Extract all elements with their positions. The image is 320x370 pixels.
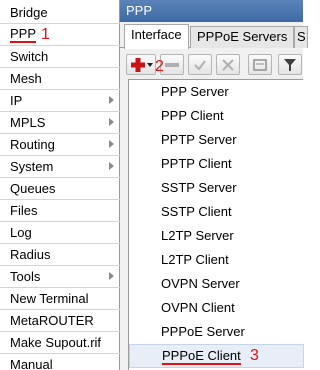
sidebar-item-log[interactable]: Log — [0, 222, 120, 244]
add-icon — [131, 58, 145, 72]
tab-pppoe-servers[interactable]: PPPoE Servers — [190, 26, 295, 48]
sidebar-item-label: Log — [10, 225, 32, 240]
enable-button[interactable] — [188, 54, 212, 75]
sidebar-item-label: Tools — [10, 269, 41, 284]
step-3-annotation: 3 — [250, 347, 259, 364]
sidebar-item-label: Switch — [10, 49, 49, 64]
sidebar-item-label: Files — [10, 203, 38, 218]
sidebar-item-system[interactable]: System — [0, 156, 120, 178]
sidebar-item-make-supout-rif[interactable]: Make Supout.rif — [0, 332, 120, 354]
sidebar-item-label: System — [10, 159, 54, 174]
chevron-right-icon — [109, 140, 114, 148]
tab-bar: Interface PPPoE Servers S — [120, 24, 308, 49]
tab-more[interactable]: S — [294, 26, 308, 48]
window-title: PPP — [126, 3, 153, 18]
menu-item-label: OVPN Server — [161, 276, 240, 291]
enable-check-icon — [194, 60, 206, 71]
menu-item-l2tp-client[interactable]: L2TP Client — [129, 248, 304, 272]
main-menu-sidebar: Bridge PPP Switch Mesh IP MPLS Routing System Qu… — [0, 0, 120, 370]
disable-button[interactable] — [216, 54, 240, 75]
menu-item-ppp-server[interactable]: PPP Server — [129, 80, 304, 104]
chevron-right-icon — [109, 118, 114, 126]
disable-x-icon — [222, 59, 234, 71]
menu-item-label: PPP Server — [161, 84, 229, 99]
sidebar-item-tools[interactable]: Tools — [0, 266, 120, 288]
menu-item-label: L2TP Server — [161, 228, 234, 243]
menu-item-pppoe-server[interactable]: PPPoE Server — [129, 320, 304, 344]
menu-item-pptp-server[interactable]: PPTP Server — [129, 128, 304, 152]
sidebar-item-manual[interactable]: Manual — [0, 354, 120, 370]
remove-icon — [165, 63, 179, 67]
toolbar — [120, 50, 303, 78]
menu-item-label: L2TP Client — [161, 252, 229, 267]
sidebar-item-label: IP — [10, 93, 23, 108]
sidebar-item-bridge[interactable]: Bridge — [0, 2, 120, 24]
sidebar-item-label: Bridge — [10, 5, 48, 20]
chevron-right-icon — [109, 162, 114, 170]
sidebar-item-ip[interactable]: IP — [0, 90, 120, 112]
add-button[interactable] — [126, 54, 156, 75]
sidebar-item-label: Make Supout.rif — [10, 335, 102, 350]
menu-item-pptp-client[interactable]: PPTP Client — [129, 152, 304, 176]
sidebar-item-routing[interactable]: Routing — [0, 134, 120, 156]
comment-button[interactable] — [248, 54, 272, 75]
sidebar-item-metarouter[interactable]: MetaROUTER — [0, 310, 120, 332]
menu-item-label: SSTP Server — [161, 180, 237, 195]
chevron-down-icon — [147, 63, 153, 67]
menu-item-label: PPP Client — [161, 108, 224, 123]
sidebar-item-label: Radius — [10, 247, 51, 262]
sidebar-item-label: Queues — [10, 181, 56, 196]
sidebar-item-mesh[interactable]: Mesh — [0, 68, 120, 90]
menu-item-ovpn-server[interactable]: OVPN Server — [129, 272, 304, 296]
filter-button[interactable] — [278, 54, 302, 75]
window-titlebar[interactable]: PPP — [120, 0, 303, 22]
chevron-right-icon — [109, 96, 114, 104]
sidebar-item-files[interactable]: Files — [0, 200, 120, 222]
tab-interface[interactable]: Interface — [124, 24, 189, 49]
menu-item-label: PPTP Server — [161, 132, 237, 147]
filter-icon — [284, 59, 296, 71]
sidebar-item-label: Mesh — [10, 71, 42, 86]
menu-item-pppoe-client[interactable]: PPPoE Client — [129, 344, 304, 368]
sidebar-item-switch[interactable]: Switch — [0, 46, 120, 68]
menu-item-sstp-client[interactable]: SSTP Client — [129, 200, 304, 224]
sidebar-item-queues[interactable]: Queues — [0, 178, 120, 200]
sidebar-item-mpls[interactable]: MPLS — [0, 112, 120, 134]
menu-item-ovpn-client[interactable]: OVPN Client — [129, 296, 304, 320]
menu-item-ppp-client[interactable]: PPP Client — [129, 104, 304, 128]
menu-item-label: PPPoE Server — [161, 324, 245, 339]
menu-item-label: PPTP Client — [161, 156, 232, 171]
menu-item-sstp-server[interactable]: SSTP Server — [129, 176, 304, 200]
sidebar-item-label: PPP — [10, 26, 37, 43]
menu-item-label: SSTP Client — [161, 204, 232, 219]
menu-item-l2tp-server[interactable]: L2TP Server — [129, 224, 304, 248]
sidebar-item-new-terminal[interactable]: New Terminal — [0, 288, 120, 310]
sidebar-item-label: Routing — [10, 137, 55, 152]
step-2-annotation: 2 — [155, 58, 164, 75]
menu-item-label: PPPoE Client — [162, 348, 241, 365]
sidebar-item-label: MPLS — [10, 115, 46, 130]
sidebar-item-label: New Terminal — [10, 291, 89, 306]
comment-icon — [253, 59, 267, 71]
sidebar-item-label: Manual — [10, 357, 53, 370]
step-1-annotation: 1 — [41, 26, 50, 43]
menu-item-label: OVPN Client — [161, 300, 235, 315]
sidebar-item-radius[interactable]: Radius — [0, 244, 120, 266]
add-interface-dropdown: PPP Server PPP Client PPTP Server PPTP Clie… — [128, 79, 304, 370]
sidebar-item-label: MetaROUTER — [10, 313, 94, 328]
sidebar-item-ppp[interactable]: PPP — [0, 24, 120, 46]
chevron-right-icon — [109, 272, 114, 280]
